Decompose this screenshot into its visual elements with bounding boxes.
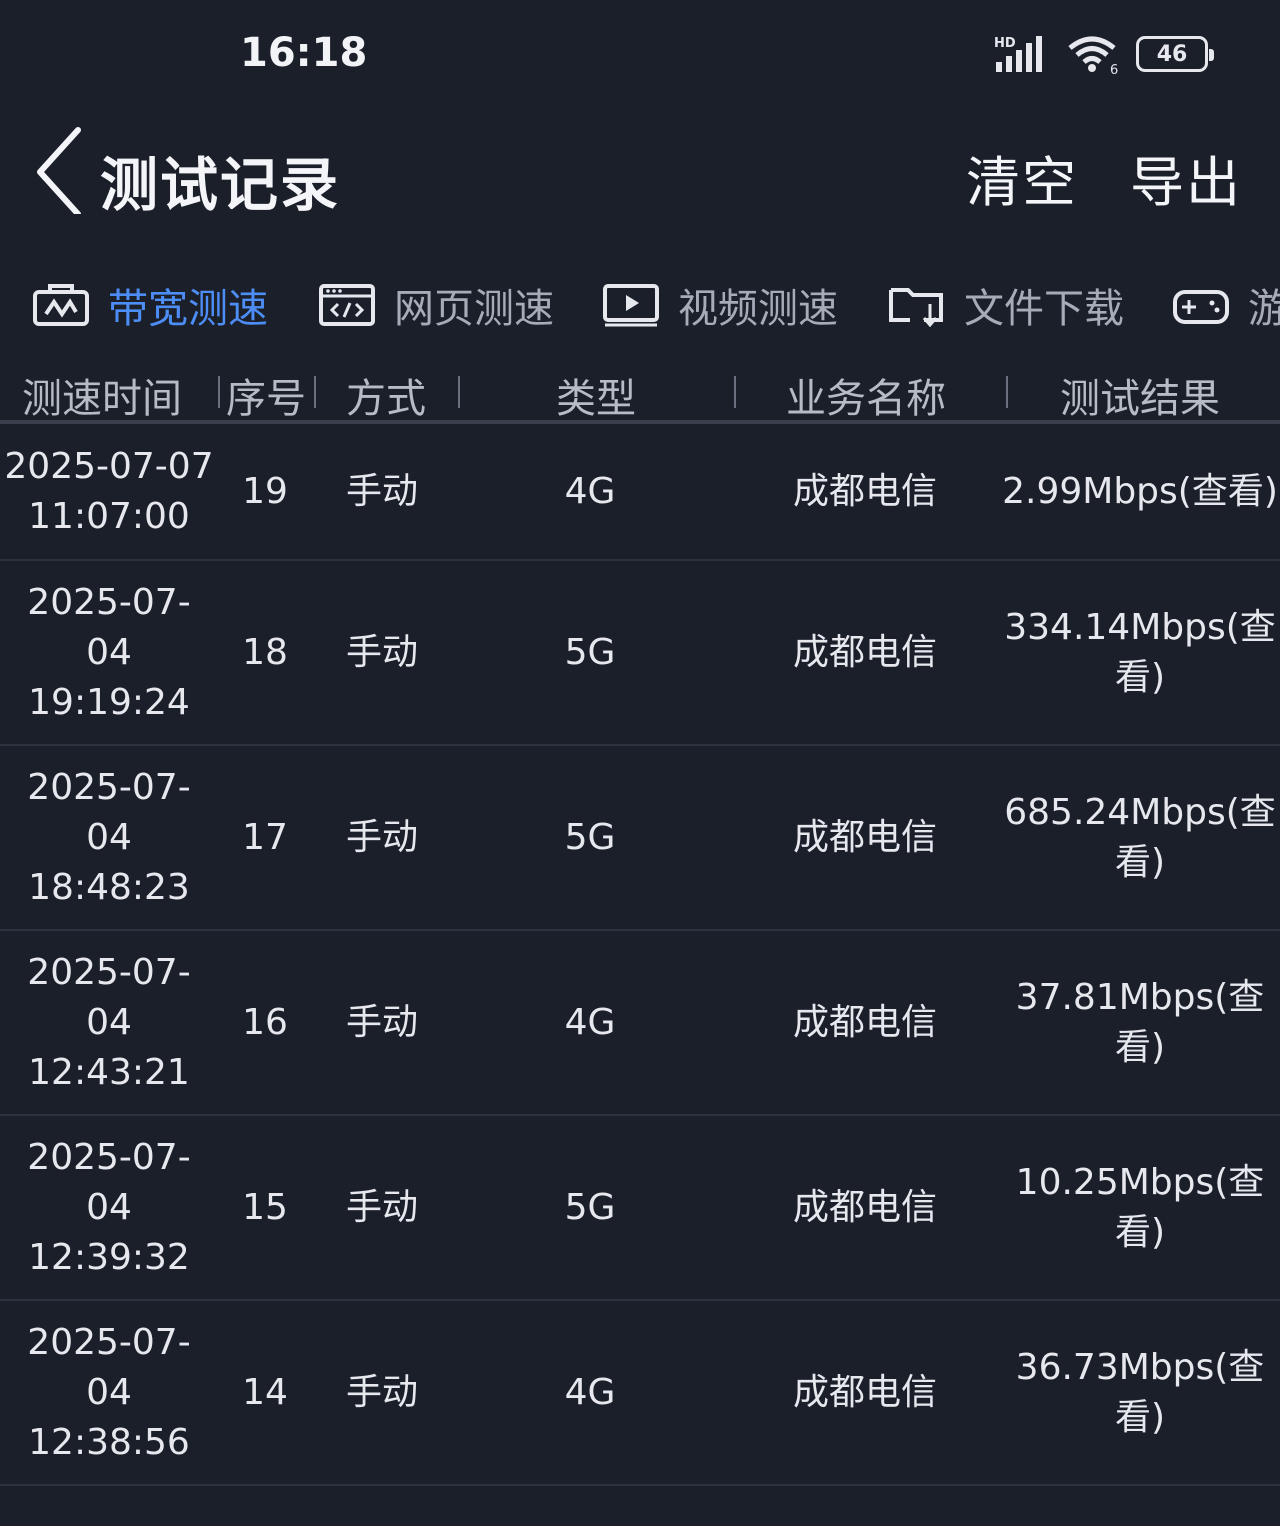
table-row[interactable]: 2025-07-04 12:43:21 16 手动 4G 成都电信 37.81M… xyxy=(0,931,1280,1116)
page-title: 测试记录 xyxy=(100,151,341,219)
column-header-time[interactable]: 测速时间 xyxy=(22,366,182,424)
tab-label: 游 xyxy=(1248,286,1280,332)
column-header-seq[interactable]: 序号 xyxy=(226,366,306,424)
svg-text:HD: HD xyxy=(994,36,1016,51)
row-seq: 17 xyxy=(242,816,288,858)
row-result-link[interactable]: 37.81Mbps(查看) xyxy=(1000,973,1280,1073)
chevron-left-icon xyxy=(37,127,81,217)
row-business: 成都电信 xyxy=(792,816,937,858)
nav-bar: 测试记录 清空 导出 xyxy=(0,110,1280,230)
column-header-type[interactable]: 类型 xyxy=(556,366,636,424)
row-result-link[interactable]: 10.25Mbps(查看) xyxy=(1000,1158,1280,1258)
tab-label: 文件下载 xyxy=(964,286,1124,332)
row-type: 5G xyxy=(564,816,616,858)
row-time: 2025-07-04 12:38:56 xyxy=(27,1321,191,1463)
row-mode: 手动 xyxy=(345,1186,418,1228)
table-row[interactable]: 2025-07-04 12:38:56 14 手动 4G 成都电信 36.73M… xyxy=(0,1301,1280,1486)
row-mode: 手动 xyxy=(345,631,418,673)
row-business: 成都电信 xyxy=(792,631,937,673)
status-bar: 16:18 HD 6 46 xyxy=(0,0,1280,110)
row-seq: 18 xyxy=(242,631,288,673)
export-button[interactable]: 导出 xyxy=(1130,138,1242,217)
tab-label: 视频测速 xyxy=(678,286,838,332)
webpage-code-icon xyxy=(319,284,375,326)
row-seq: 15 xyxy=(242,1186,288,1228)
table-row[interactable]: 2025-07-04 19:19:24 18 手动 5G 成都电信 334.14… xyxy=(0,561,1280,746)
table-row[interactable]: 2025-07-04 12:39:32 15 手动 5G 成都电信 10.25M… xyxy=(0,1116,1280,1301)
row-business: 成都电信 xyxy=(792,1001,937,1043)
row-time: 2025-07-07 11:07:00 xyxy=(4,445,214,537)
row-type: 5G xyxy=(564,1186,616,1228)
row-mode: 手动 xyxy=(345,1371,418,1413)
tab-bandwidth[interactable]: 带宽测速 xyxy=(32,270,268,340)
row-type: 4G xyxy=(564,470,616,512)
row-business: 成都电信 xyxy=(792,1371,937,1413)
row-mode: 手动 xyxy=(345,470,418,512)
svg-text:6: 6 xyxy=(1110,63,1118,74)
row-type: 4G xyxy=(564,1371,616,1413)
column-header-mode[interactable]: 方式 xyxy=(346,366,426,424)
status-icons: HD 6 46 xyxy=(994,32,1214,76)
back-button[interactable] xyxy=(30,124,90,217)
tab-file-download[interactable]: 文件下载 xyxy=(888,270,1124,340)
row-result-link[interactable]: 685.24Mbps(查看) xyxy=(1000,788,1280,888)
row-time: 2025-07-04 19:19:24 xyxy=(27,581,191,723)
row-type: 4G xyxy=(564,1001,616,1043)
row-business: 成都电信 xyxy=(792,470,937,512)
column-header-business[interactable]: 业务名称 xyxy=(786,366,946,424)
clear-button[interactable]: 清空 xyxy=(966,138,1078,217)
tab-video[interactable]: 视频测速 xyxy=(602,270,838,340)
status-time: 16:18 xyxy=(240,30,368,76)
row-seq: 19 xyxy=(242,470,288,512)
folder-download-icon xyxy=(889,288,943,328)
tab-label: 网页测速 xyxy=(394,286,554,332)
battery-indicator: 46 xyxy=(1136,36,1214,72)
row-result-link[interactable]: 334.14Mbps(查看) xyxy=(1000,603,1280,703)
table-row[interactable]: 2025-07-07 11:07:00 19 手动 4G 成都电信 2.99Mb… xyxy=(0,424,1280,561)
row-result-link[interactable]: 2.99Mbps(查看) xyxy=(1000,467,1280,517)
tab-game[interactable]: 游 xyxy=(1172,270,1280,340)
bandwidth-icon xyxy=(33,284,89,326)
wifi-6-icon: 6 xyxy=(1068,36,1118,74)
test-record-list: 2025-07-07 11:07:00 19 手动 4G 成都电信 2.99Mb… xyxy=(0,424,1280,1526)
row-business: 成都电信 xyxy=(792,1186,937,1228)
row-time: 2025-07-04 18:48:23 xyxy=(27,766,191,908)
row-mode: 手动 xyxy=(345,816,418,858)
row-mode: 手动 xyxy=(345,1001,418,1043)
table-row[interactable]: 2025-07-04 18:48:23 17 手动 5G 成都电信 685.24… xyxy=(0,746,1280,931)
row-type: 5G xyxy=(564,631,616,673)
row-seq: 16 xyxy=(242,1001,288,1043)
row-seq: 14 xyxy=(242,1371,288,1413)
video-play-icon xyxy=(603,284,659,327)
row-time: 2025-07-04 12:39:32 xyxy=(27,1136,191,1278)
tab-label: 带宽测速 xyxy=(108,286,268,332)
column-header-result[interactable]: 测试结果 xyxy=(1060,366,1220,424)
row-result-link[interactable]: 36.73Mbps(查看) xyxy=(1000,1343,1280,1443)
table-row-partial[interactable] xyxy=(0,1486,1280,1526)
table-header: 测速时间 序号 方式 类型 业务名称 测试结果 xyxy=(0,358,1280,422)
tab-webpage[interactable]: 网页测速 xyxy=(318,270,554,340)
test-type-tabs: 带宽测速 网页测速 视频测速 文件下载 游 xyxy=(0,270,1280,340)
signal-hd-icon: HD xyxy=(994,36,1042,72)
gamepad-icon xyxy=(1173,290,1229,324)
row-time: 2025-07-04 12:43:21 xyxy=(27,951,191,1093)
